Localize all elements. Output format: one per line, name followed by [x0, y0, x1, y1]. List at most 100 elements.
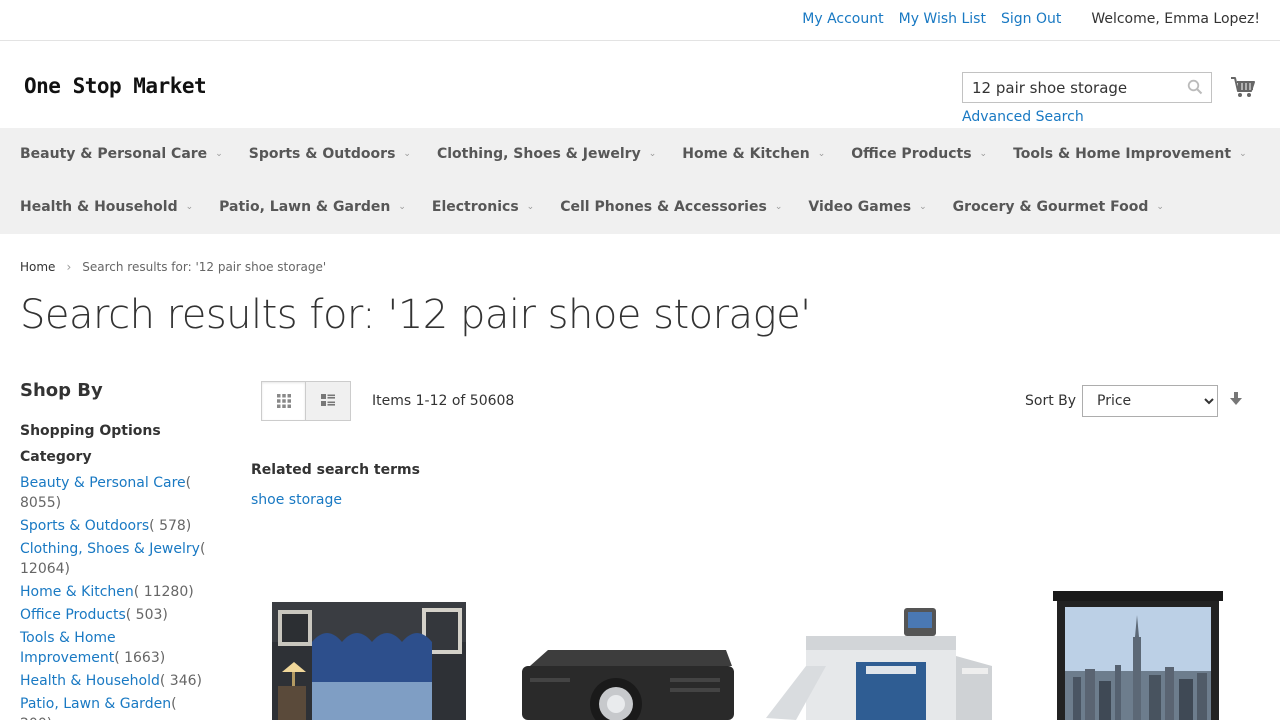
category-count: ( 1663) [114, 650, 166, 666]
projector-image [522, 650, 734, 720]
related-search-title: Related search terms [251, 462, 420, 478]
product-image-projector[interactable] [520, 648, 734, 720]
nav-row-2: Health & Household ⌄ Patio, Lawn & Garden… [20, 199, 1190, 215]
nav-item-label: Home & Kitchen [682, 146, 810, 162]
chevron-down-icon: ⌄ [403, 149, 411, 159]
list-view-button[interactable] [306, 381, 351, 421]
product-image-bed[interactable] [272, 602, 466, 720]
list-item: Home & Kitchen( 11280) [20, 582, 210, 602]
list-item: Beauty & Personal Care( 8055) [20, 473, 210, 513]
nav-item-label: Cell Phones & Accessories [560, 199, 767, 215]
store-logo[interactable]: One Stop Market [24, 74, 207, 98]
category-link[interactable]: Health & Household [20, 673, 160, 689]
category-count: ( 578) [149, 518, 192, 534]
product-image-printer[interactable] [766, 606, 992, 720]
projection-screen-image [1053, 591, 1223, 720]
nav-item-label: Video Games [808, 199, 912, 215]
welcome-message: Welcome, Emma Lopez! [1091, 11, 1260, 27]
chevron-down-icon: ⌄ [526, 202, 535, 212]
nav-item-label: Office Products [851, 146, 972, 162]
nav-item-label: Patio, Lawn & Garden [219, 199, 391, 215]
nav-item-health[interactable]: Health & Household ⌄ [20, 199, 193, 215]
category-link[interactable]: Clothing, Shoes & Jewelry [20, 541, 200, 557]
advanced-search-link[interactable]: Advanced Search [962, 109, 1084, 125]
category-link[interactable]: Tools & Home Improvement [20, 630, 116, 666]
chevron-down-icon: ⌄ [979, 149, 988, 159]
sort-by-select[interactable]: Price [1082, 385, 1218, 417]
chevron-down-icon: ⌄ [215, 149, 223, 159]
chevron-down-icon: ⌄ [817, 149, 826, 159]
nav-item-clothing[interactable]: Clothing, Shoes & Jewelry ⌄ [437, 146, 656, 162]
list-item: Tools & Home Improvement( 1663) [20, 628, 210, 668]
nav-item-label: Sports & Outdoors [248, 146, 396, 162]
category-link[interactable]: Beauty & Personal Care [20, 475, 186, 491]
list-item: Health & Household( 346) [20, 671, 210, 691]
nav-item-cell-phones[interactable]: Cell Phones & Accessories ⌄ [560, 199, 782, 215]
chevron-right-icon: › [66, 260, 72, 274]
nav-item-office[interactable]: Office Products ⌄ [851, 146, 987, 162]
nav-item-video-games[interactable]: Video Games ⌄ [808, 199, 926, 215]
chevron-down-icon: ⌄ [1239, 149, 1247, 159]
search-icon[interactable] [1187, 79, 1203, 95]
chevron-down-icon: ⌄ [1156, 202, 1164, 212]
cart-icon[interactable] [1230, 74, 1256, 100]
category-list: Beauty & Personal Care( 8055) Sports & O… [20, 473, 210, 720]
nav-row-1: Beauty & Personal Care ⌄ Sports & Outdoor… [20, 146, 1273, 162]
list-item: Patio, Lawn & Garden( 200) [20, 694, 210, 720]
nav-item-tools[interactable]: Tools & Home Improvement ⌄ [1013, 146, 1247, 162]
sign-out-link[interactable]: Sign Out [1001, 11, 1061, 27]
sort-by-label: Sort By [1025, 393, 1077, 409]
chevron-down-icon: ⌄ [398, 202, 406, 212]
category-count: ( 503) [125, 607, 168, 623]
top-bar: My Account My Wish List Sign Out Welcome… [0, 0, 1280, 41]
shop-by-title: Shop By [20, 380, 103, 401]
bed-image [272, 602, 466, 720]
related-search-term-link[interactable]: shoe storage [251, 492, 342, 508]
nav-item-label: Health & Household [20, 199, 178, 215]
category-link[interactable]: Home & Kitchen [20, 584, 134, 600]
nav-item-sports[interactable]: Sports & Outdoors ⌄ [249, 146, 411, 162]
view-mode-switcher [261, 381, 351, 421]
nav-item-label: Electronics [431, 199, 519, 215]
list-item: Sports & Outdoors( 578) [20, 516, 210, 536]
page-title: Search results for: '12 pair shoe storag… [20, 292, 811, 338]
nav-item-label: Grocery & Gourmet Food [952, 199, 1149, 215]
chevron-down-icon: ⌄ [774, 202, 783, 212]
my-wish-list-link[interactable]: My Wish List [899, 11, 986, 27]
header-links: My Account My Wish List Sign Out Welcome… [787, 11, 1260, 27]
nav-item-electronics[interactable]: Electronics ⌄ [432, 199, 534, 215]
chevron-down-icon: ⌄ [648, 149, 657, 159]
list-item: Clothing, Shoes & Jewelry( 12064) [20, 539, 210, 579]
category-filter-title[interactable]: Category [20, 449, 210, 465]
category-count: ( 346) [159, 673, 202, 689]
breadcrumb: Home › Search results for: '12 pair shoe… [20, 260, 326, 274]
grid-icon [276, 394, 291, 408]
chevron-down-icon: ⌄ [185, 202, 194, 212]
search-box [962, 72, 1212, 103]
printer-image [766, 608, 992, 720]
breadcrumb-current: Search results for: '12 pair shoe storag… [82, 260, 327, 274]
nav-item-label: Tools & Home Improvement [1013, 146, 1232, 162]
nav-item-label: Clothing, Shoes & Jewelry [436, 146, 641, 162]
list-icon [321, 394, 335, 406]
category-count: ( 11280) [133, 584, 194, 600]
nav-item-grocery[interactable]: Grocery & Gourmet Food ⌄ [953, 199, 1164, 215]
toolbar-amount: Items 1-12 of 50608 [372, 393, 515, 409]
category-link[interactable]: Office Products [20, 607, 126, 623]
my-account-link[interactable]: My Account [802, 11, 883, 27]
nav-item-beauty[interactable]: Beauty & Personal Care ⌄ [20, 146, 223, 162]
product-image-screen[interactable] [1053, 591, 1223, 720]
sidebar: Shop By Shopping Options Category Beauty… [20, 380, 210, 720]
breadcrumb-home-link[interactable]: Home [20, 260, 55, 274]
grid-view-button[interactable] [261, 381, 306, 421]
list-item: Office Products( 503) [20, 605, 210, 625]
chevron-down-icon: ⌄ [919, 202, 927, 212]
search-input[interactable] [963, 73, 1173, 102]
category-link[interactable]: Patio, Lawn & Garden [20, 696, 171, 712]
nav-item-home-kitchen[interactable]: Home & Kitchen ⌄ [682, 146, 825, 162]
nav-item-patio[interactable]: Patio, Lawn & Garden ⌄ [219, 199, 406, 215]
sort-direction-icon[interactable] [1229, 391, 1243, 407]
category-nav: Beauty & Personal Care ⌄ Sports & Outdoor… [0, 128, 1280, 234]
category-link[interactable]: Sports & Outdoors [20, 518, 149, 534]
nav-item-label: Beauty & Personal Care [20, 146, 208, 162]
